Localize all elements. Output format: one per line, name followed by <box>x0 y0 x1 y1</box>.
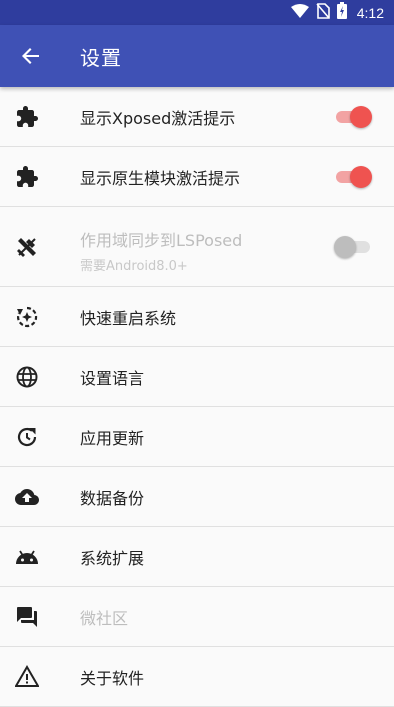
native-module-hint-toggle[interactable] <box>336 165 372 189</box>
tools-icon <box>14 234 40 260</box>
app-bar: 设置 <box>0 25 394 87</box>
page-title: 设置 <box>80 45 122 70</box>
puzzle-icon <box>14 164 40 190</box>
setting-system-extension[interactable]: 系统扩展 <box>0 527 394 587</box>
cloud-upload-icon <box>14 484 40 510</box>
setting-xposed-hint[interactable]: 显示Xposed激活提示 <box>0 87 394 147</box>
setting-about[interactable]: 关于软件 <box>0 647 394 707</box>
puzzle-icon <box>14 104 40 130</box>
status-bar: 4:12 <box>0 0 394 25</box>
restart-icon <box>14 304 40 330</box>
xposed-hint-toggle[interactable] <box>336 105 372 129</box>
battery-icon <box>336 2 347 23</box>
setting-label: 微社区 <box>80 608 129 628</box>
wifi-icon <box>290 3 309 22</box>
update-icon <box>14 424 40 450</box>
setting-quick-reboot[interactable]: 快速重启系统 <box>0 287 394 347</box>
android-icon <box>14 544 40 570</box>
setting-label: 系统扩展 <box>80 548 145 568</box>
setting-label: 数据备份 <box>80 488 145 508</box>
setting-micro-community: 微社区 <box>0 587 394 647</box>
globe-icon <box>14 364 40 390</box>
setting-data-backup[interactable]: 数据备份 <box>0 467 394 527</box>
lsposed-sync-toggle <box>334 235 372 259</box>
setting-language[interactable]: 设置语言 <box>0 347 394 407</box>
setting-label: 显示原生模块激活提示 <box>80 168 241 188</box>
setting-sublabel: 需要Android8.0+ <box>80 259 188 274</box>
setting-label: 显示Xposed激活提示 <box>80 108 236 128</box>
setting-lsposed-sync: 作用域同步到LSPosed 需要Android8.0+ <box>0 207 394 287</box>
warning-icon <box>14 664 40 690</box>
setting-label: 关于软件 <box>80 668 145 688</box>
arrow-back-icon <box>22 48 39 64</box>
setting-label: 设置语言 <box>80 368 145 388</box>
setting-app-update[interactable]: 应用更新 <box>0 407 394 467</box>
setting-native-module-hint[interactable]: 显示原生模块激活提示 <box>0 147 394 207</box>
setting-label: 作用域同步到LSPosed <box>80 231 243 250</box>
back-button[interactable] <box>0 25 62 87</box>
forum-icon <box>14 604 40 630</box>
setting-label: 应用更新 <box>80 428 145 448</box>
no-sim-icon <box>316 2 330 23</box>
setting-label: 快速重启系统 <box>80 308 177 328</box>
settings-list: 显示Xposed激活提示 显示原生模块激活提示 作用域同步到LSPosed 需要… <box>0 87 394 707</box>
status-time: 4:12 <box>356 4 384 21</box>
